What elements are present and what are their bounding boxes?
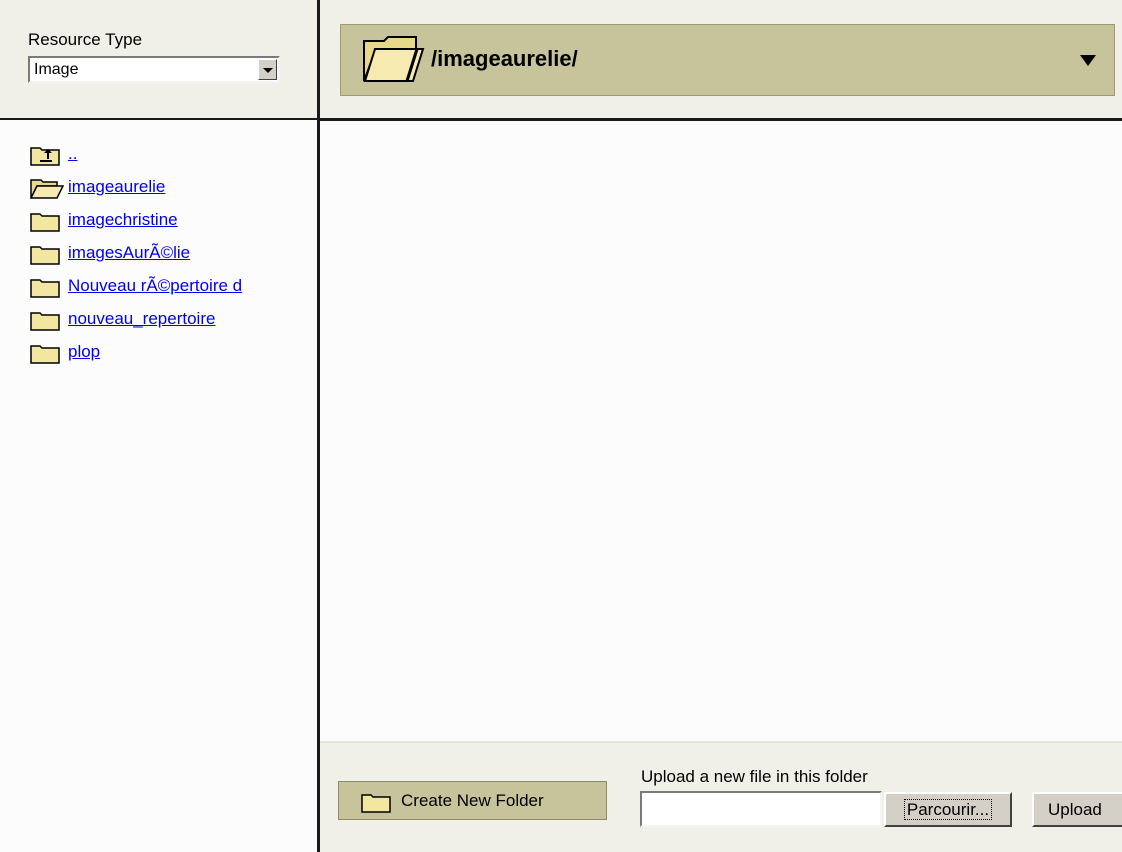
open-folder-icon [363,36,425,82]
create-folder-label: Create New Folder [401,791,544,810]
folder-icon [30,312,60,331]
chevron-down-icon[interactable] [258,59,277,80]
folder-icon [30,246,60,265]
resource-type-select[interactable]: Image [28,56,280,83]
folder-link-plop[interactable]: plop [68,342,100,362]
folder-link-parent[interactable]: .. [68,144,77,164]
folder-icon [361,794,391,813]
open-folder-icon [30,179,64,199]
folder-icon [30,279,60,298]
resource-type-panel: Resource Type Image [0,0,317,120]
folder-link-imagesaurelie[interactable]: imagesAurÃ©lie [68,243,190,263]
create-folder-button[interactable]: Create New Folder [338,781,607,820]
triangle-down-icon[interactable] [1080,55,1096,66]
folder-link-imageaurelie[interactable]: imageaurelie [68,177,165,197]
resource-type-label: Resource Type [28,30,143,49]
parent-folder-icon [30,147,60,166]
file-browser-window: Resource Type Image .. imageaurelie imag… [0,0,1122,852]
resource-type-value: Image [34,61,79,78]
browse-button-label: Parcourir... [903,799,993,820]
upload-button[interactable]: Upload [1032,792,1122,827]
current-path: /imageaurelie/ [431,46,578,71]
file-list-area [320,121,1122,741]
upload-file-input[interactable] [640,791,882,827]
folder-icon [30,345,60,364]
folder-link-nouveau-repertoire[interactable]: nouveau_repertoire [68,309,215,329]
current-path-bar[interactable]: /imageaurelie/ [340,24,1115,96]
folder-link-imagechristine[interactable]: imagechristine [68,210,178,230]
upload-label: Upload a new file in this folder [641,767,868,786]
folder-link-nouveau-repertoire-d[interactable]: Nouveau rÃ©pertoire d [68,276,242,296]
browse-button[interactable]: Parcourir... [884,792,1012,827]
folder-icon [30,213,60,232]
